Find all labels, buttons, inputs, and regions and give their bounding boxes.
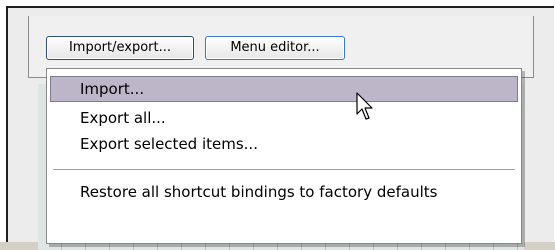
menu-item-export-all[interactable]: Export all... xyxy=(50,105,518,131)
menu-separator xyxy=(53,169,515,170)
import-export-dropdown-menu: Import... Export all... Export selected … xyxy=(46,68,522,244)
menu-item-export-selected[interactable]: Export selected items... xyxy=(50,131,518,157)
menu-editor-button[interactable]: Menu editor... xyxy=(205,36,345,60)
menu-item-import[interactable]: Import... xyxy=(50,76,518,102)
menu-item-restore-defaults[interactable]: Restore all shortcut bindings to factory… xyxy=(50,179,518,205)
import-export-button[interactable]: Import/export... xyxy=(46,36,194,60)
window-background: Import/export... Menu editor... Import..… xyxy=(0,0,555,250)
mouse-pointer-icon xyxy=(356,92,373,120)
